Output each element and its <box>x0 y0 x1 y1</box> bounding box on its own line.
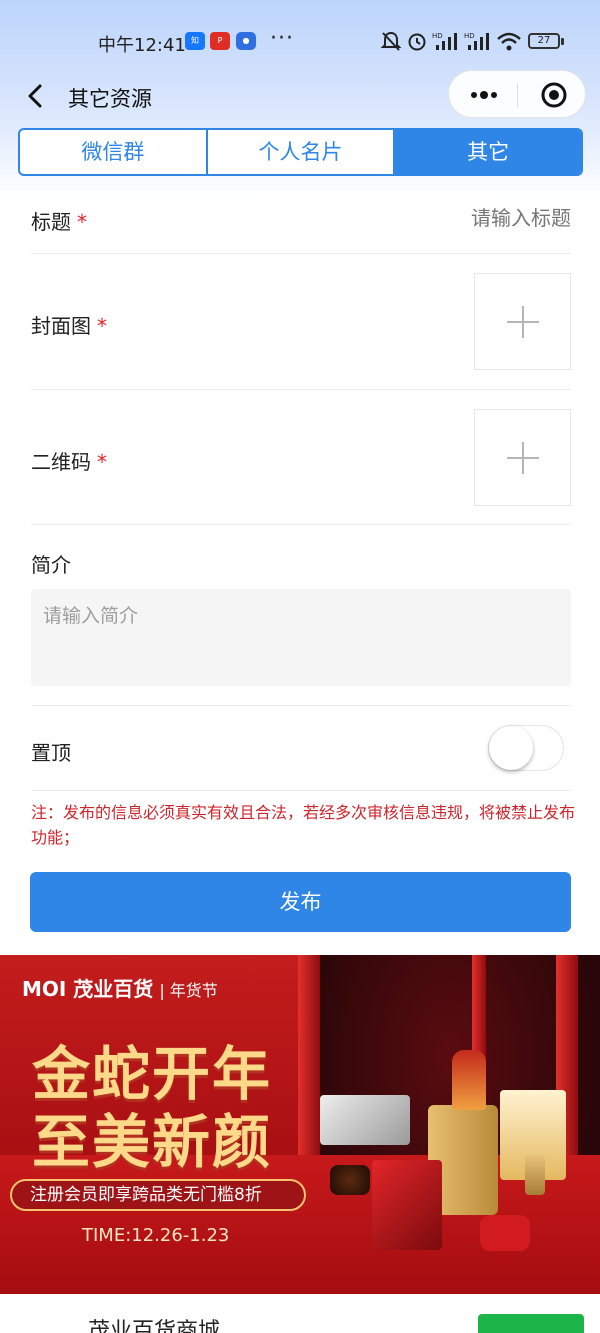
pin-label: 置顶 <box>31 741 71 765</box>
red-box-image <box>372 1160 442 1250</box>
tab-other[interactable]: 其它 <box>393 130 581 174</box>
tab-wechat-group[interactable]: 微信群 <box>20 130 206 174</box>
publish-button[interactable]: 发布 <box>30 872 571 932</box>
miniprogram-capsule <box>448 70 586 118</box>
plus-icon <box>507 442 539 474</box>
cover-label: 封面图 * <box>31 310 107 339</box>
signal-hd-icon: HD <box>432 32 457 50</box>
divider <box>31 705 571 706</box>
qrcode-upload-button[interactable] <box>474 409 571 506</box>
title-label: 标题 * <box>31 206 87 235</box>
app-icon: ● <box>236 32 256 50</box>
signal-hd2-icon: HD <box>464 32 489 50</box>
perfume-bottle-image <box>452 1050 486 1110</box>
promo-banner[interactable]: MOI 茂业百货 | 年货节 金蛇开年 至美新颜 注册会员即享跨品类无门槛8折 T… <box>0 955 600 1294</box>
required-mark: * <box>97 314 107 338</box>
intro-textarea[interactable]: 请输入简介 <box>31 589 571 686</box>
banner-logo-text: MOI 茂业百货 <box>22 977 154 1001</box>
intro-label: 简介 <box>31 553 71 577</box>
bag-product-image <box>320 1095 410 1145</box>
status-time: 中午12:41 <box>98 35 186 56</box>
status-more: ··· <box>270 26 294 51</box>
banner-logo: MOI 茂业百货 | 年货节 <box>22 973 218 1002</box>
pinduoduo-icon: P <box>210 32 230 50</box>
cover-upload-button[interactable] <box>474 273 571 370</box>
back-arrow-icon[interactable] <box>22 80 52 112</box>
capsule-divider <box>517 83 518 107</box>
banner-time: TIME:12.26-1.23 <box>82 1225 230 1246</box>
divider <box>31 389 571 390</box>
divider <box>31 253 571 254</box>
divider <box>31 524 571 525</box>
cover-label-text: 封面图 <box>31 314 91 338</box>
close-miniprogram-icon[interactable] <box>540 81 568 109</box>
tab-personal-card[interactable]: 个人名片 <box>205 130 394 174</box>
qrcode-label-text: 二维码 <box>31 450 91 474</box>
banner-logo-tag: | 年货节 <box>159 981 218 1000</box>
zhihu-icon: 知 <box>185 32 205 50</box>
store-action-button[interactable] <box>478 1314 584 1333</box>
serum-bottle-image <box>525 1155 545 1195</box>
pin-toggle[interactable] <box>488 725 564 771</box>
page-title: 其它资源 <box>68 87 152 111</box>
banner-headline-2: 至美新颜 <box>32 1108 273 1176</box>
required-mark: * <box>77 210 87 234</box>
svg-text:HD: HD <box>464 32 475 40</box>
wifi-icon <box>497 32 521 51</box>
divider <box>31 790 571 791</box>
required-mark: * <box>97 450 107 474</box>
title-input[interactable] <box>331 206 571 230</box>
banner-promo: 注册会员即享跨品类无门槛8折 <box>10 1179 306 1211</box>
store-name: 茂业百货商城 <box>88 1319 221 1333</box>
plus-icon <box>507 306 539 338</box>
red-jar-image <box>480 1215 530 1251</box>
title-label-text: 标题 <box>31 210 71 234</box>
toggle-knob <box>489 726 533 770</box>
cream-jar-image <box>330 1165 370 1195</box>
more-menu-icon[interactable] <box>469 83 499 107</box>
battery-icon: 27 <box>528 33 564 49</box>
qrcode-label: 二维码 * <box>31 446 107 475</box>
category-tabs: 微信群 个人名片 其它 <box>18 128 583 176</box>
svg-text:HD: HD <box>432 32 443 40</box>
bell-muted-icon <box>380 31 402 51</box>
alarm-icon <box>408 33 426 51</box>
notice-text: 注：发布的信息必须真实有效且合法，若经多次审核信息违规，将被禁止发布功能； <box>31 803 576 847</box>
